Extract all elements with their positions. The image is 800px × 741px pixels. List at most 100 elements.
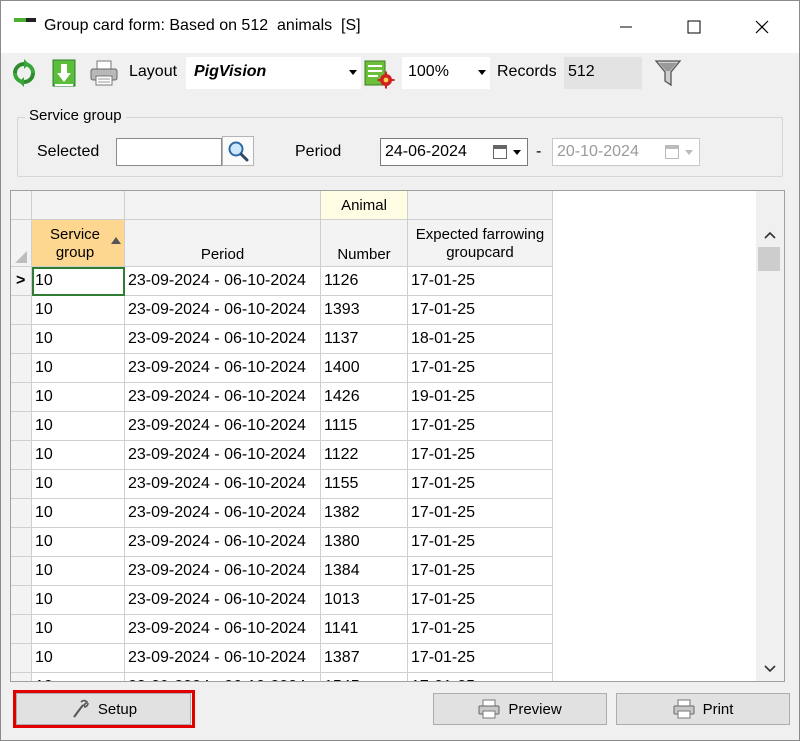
column-header-service-group[interactable]: Service group <box>32 220 125 267</box>
table-cell-expected[interactable]: 18-01-25 <box>408 325 553 354</box>
table-cell-number[interactable]: 1393 <box>321 296 408 325</box>
row-selector[interactable]: > <box>11 267 32 296</box>
row-selector[interactable] <box>11 441 32 470</box>
row-selector[interactable] <box>11 644 32 673</box>
row-selector[interactable] <box>11 528 32 557</box>
table-cell-number[interactable]: 1126 <box>321 267 408 296</box>
print-button[interactable]: Print <box>616 693 790 725</box>
table-cell-number[interactable]: 1122 <box>321 441 408 470</box>
scroll-up-icon[interactable] <box>764 231 776 239</box>
table-cell-number[interactable]: 1013 <box>321 586 408 615</box>
table-cell-group[interactable]: 10 <box>32 441 125 470</box>
table-cell-period[interactable]: 23-09-2024 - 06-10-2024 <box>125 499 321 528</box>
table-cell-expected[interactable]: 17-01-25 <box>408 441 553 470</box>
table-cell-expected[interactable]: 17-01-25 <box>408 673 553 681</box>
table-cell-period[interactable]: 23-09-2024 - 06-10-2024 <box>125 586 321 615</box>
table-cell-number[interactable]: 1384 <box>321 557 408 586</box>
table-cell-period[interactable]: 23-09-2024 - 06-10-2024 <box>125 615 321 644</box>
column-header-number[interactable]: Number <box>321 220 408 267</box>
preview-button[interactable]: Preview <box>433 693 607 725</box>
table-cell-number[interactable]: 1426 <box>321 383 408 412</box>
row-selector[interactable] <box>11 296 32 325</box>
table-cell-period[interactable]: 23-09-2024 - 06-10-2024 <box>125 412 321 441</box>
search-button[interactable] <box>222 136 254 166</box>
table-cell-number[interactable]: 1155 <box>321 470 408 499</box>
table-cell-group[interactable]: 10 <box>32 644 125 673</box>
table-cell-number[interactable]: 1137 <box>321 325 408 354</box>
table-cell-group[interactable]: 10 <box>32 412 125 441</box>
table-cell-group[interactable]: 10 <box>32 586 125 615</box>
table-cell-number[interactable]: 1545 <box>321 673 408 681</box>
minimize-button[interactable] <box>593 1 659 53</box>
table-cell-expected[interactable]: 17-01-25 <box>408 499 553 528</box>
row-selector[interactable] <box>11 412 32 441</box>
row-selector[interactable] <box>11 586 32 615</box>
table-cell-expected[interactable]: 17-01-25 <box>408 586 553 615</box>
table-cell-group[interactable]: 10 <box>32 499 125 528</box>
table-cell-period[interactable]: 23-09-2024 - 06-10-2024 <box>125 528 321 557</box>
table-cell-expected[interactable]: 17-01-25 <box>408 557 553 586</box>
table-cell-expected[interactable]: 17-01-25 <box>408 412 553 441</box>
table-cell-group[interactable]: 10 <box>32 383 125 412</box>
table-cell-expected[interactable]: 17-01-25 <box>408 354 553 383</box>
table-cell-group[interactable]: 10 <box>32 673 125 681</box>
scroll-down-icon[interactable] <box>764 665 776 673</box>
table-cell-period[interactable]: 23-09-2024 - 06-10-2024 <box>125 644 321 673</box>
period-from-picker[interactable]: 24-06-2024 <box>380 138 528 166</box>
column-header-label: groupcard <box>446 244 514 261</box>
row-selector[interactable] <box>11 615 32 644</box>
table-cell-group[interactable]: 10 <box>32 470 125 499</box>
maximize-button[interactable] <box>661 1 727 53</box>
row-selector[interactable] <box>11 673 32 681</box>
table-cell-expected[interactable]: 17-01-25 <box>408 470 553 499</box>
scrollbar-thumb[interactable] <box>758 247 780 271</box>
filter-button[interactable] <box>651 56 685 90</box>
table-cell-group[interactable]: 10 <box>32 325 125 354</box>
table-cell-period[interactable]: 23-09-2024 - 06-10-2024 <box>125 354 321 383</box>
table-cell-period[interactable]: 23-09-2024 - 06-10-2024 <box>125 296 321 325</box>
table-cell-expected[interactable]: 17-01-25 <box>408 296 553 325</box>
vertical-scrollbar[interactable] <box>756 191 784 681</box>
table-cell-group[interactable]: 10 <box>32 557 125 586</box>
table-cell-group[interactable]: 10 <box>32 267 125 296</box>
table-cell-expected[interactable]: 17-01-25 <box>408 644 553 673</box>
table-cell-number[interactable]: 1380 <box>321 528 408 557</box>
table-cell-group[interactable]: 10 <box>32 615 125 644</box>
selected-input[interactable] <box>116 138 222 166</box>
table-cell-expected[interactable]: 19-01-25 <box>408 383 553 412</box>
export-button[interactable] <box>47 56 81 90</box>
table-cell-group[interactable]: 10 <box>32 354 125 383</box>
table-cell-group[interactable]: 10 <box>32 296 125 325</box>
row-selector[interactable] <box>11 325 32 354</box>
row-selector[interactable] <box>11 354 32 383</box>
table-cell-period[interactable]: 23-09-2024 - 06-10-2024 <box>125 441 321 470</box>
layout-dropdown[interactable]: PigVision <box>186 57 361 89</box>
table-cell-number[interactable]: 1400 <box>321 354 408 383</box>
table-cell-expected[interactable]: 17-01-25 <box>408 615 553 644</box>
table-cell-expected[interactable]: 17-01-25 <box>408 528 553 557</box>
table-cell-number[interactable]: 1115 <box>321 412 408 441</box>
table-cell-period[interactable]: 23-09-2024 - 06-10-2024 <box>125 383 321 412</box>
layout-settings-button[interactable] <box>362 56 396 90</box>
column-header-expected-farrowing[interactable]: Expected farrowing groupcard <box>408 220 553 267</box>
row-selector[interactable] <box>11 499 32 528</box>
table-cell-number[interactable]: 1387 <box>321 644 408 673</box>
column-header-period[interactable]: Period <box>125 220 321 267</box>
table-cell-period[interactable]: 23-09-2024 - 06-10-2024 <box>125 557 321 586</box>
maximize-icon <box>687 20 701 34</box>
table-cell-period[interactable]: 23-09-2024 - 06-10-2024 <box>125 673 321 681</box>
close-button[interactable] <box>729 1 795 53</box>
table-cell-group[interactable]: 10 <box>32 528 125 557</box>
table-cell-period[interactable]: 23-09-2024 - 06-10-2024 <box>125 267 321 296</box>
table-cell-number[interactable]: 1141 <box>321 615 408 644</box>
print-toolbar-button[interactable] <box>87 56 121 90</box>
row-selector[interactable] <box>11 470 32 499</box>
table-cell-period[interactable]: 23-09-2024 - 06-10-2024 <box>125 470 321 499</box>
table-cell-period[interactable]: 23-09-2024 - 06-10-2024 <box>125 325 321 354</box>
table-cell-number[interactable]: 1382 <box>321 499 408 528</box>
row-selector[interactable] <box>11 383 32 412</box>
row-selector[interactable] <box>11 557 32 586</box>
refresh-button[interactable] <box>7 56 41 90</box>
table-cell-expected[interactable]: 17-01-25 <box>408 267 553 296</box>
zoom-dropdown[interactable]: 100% <box>402 57 490 89</box>
